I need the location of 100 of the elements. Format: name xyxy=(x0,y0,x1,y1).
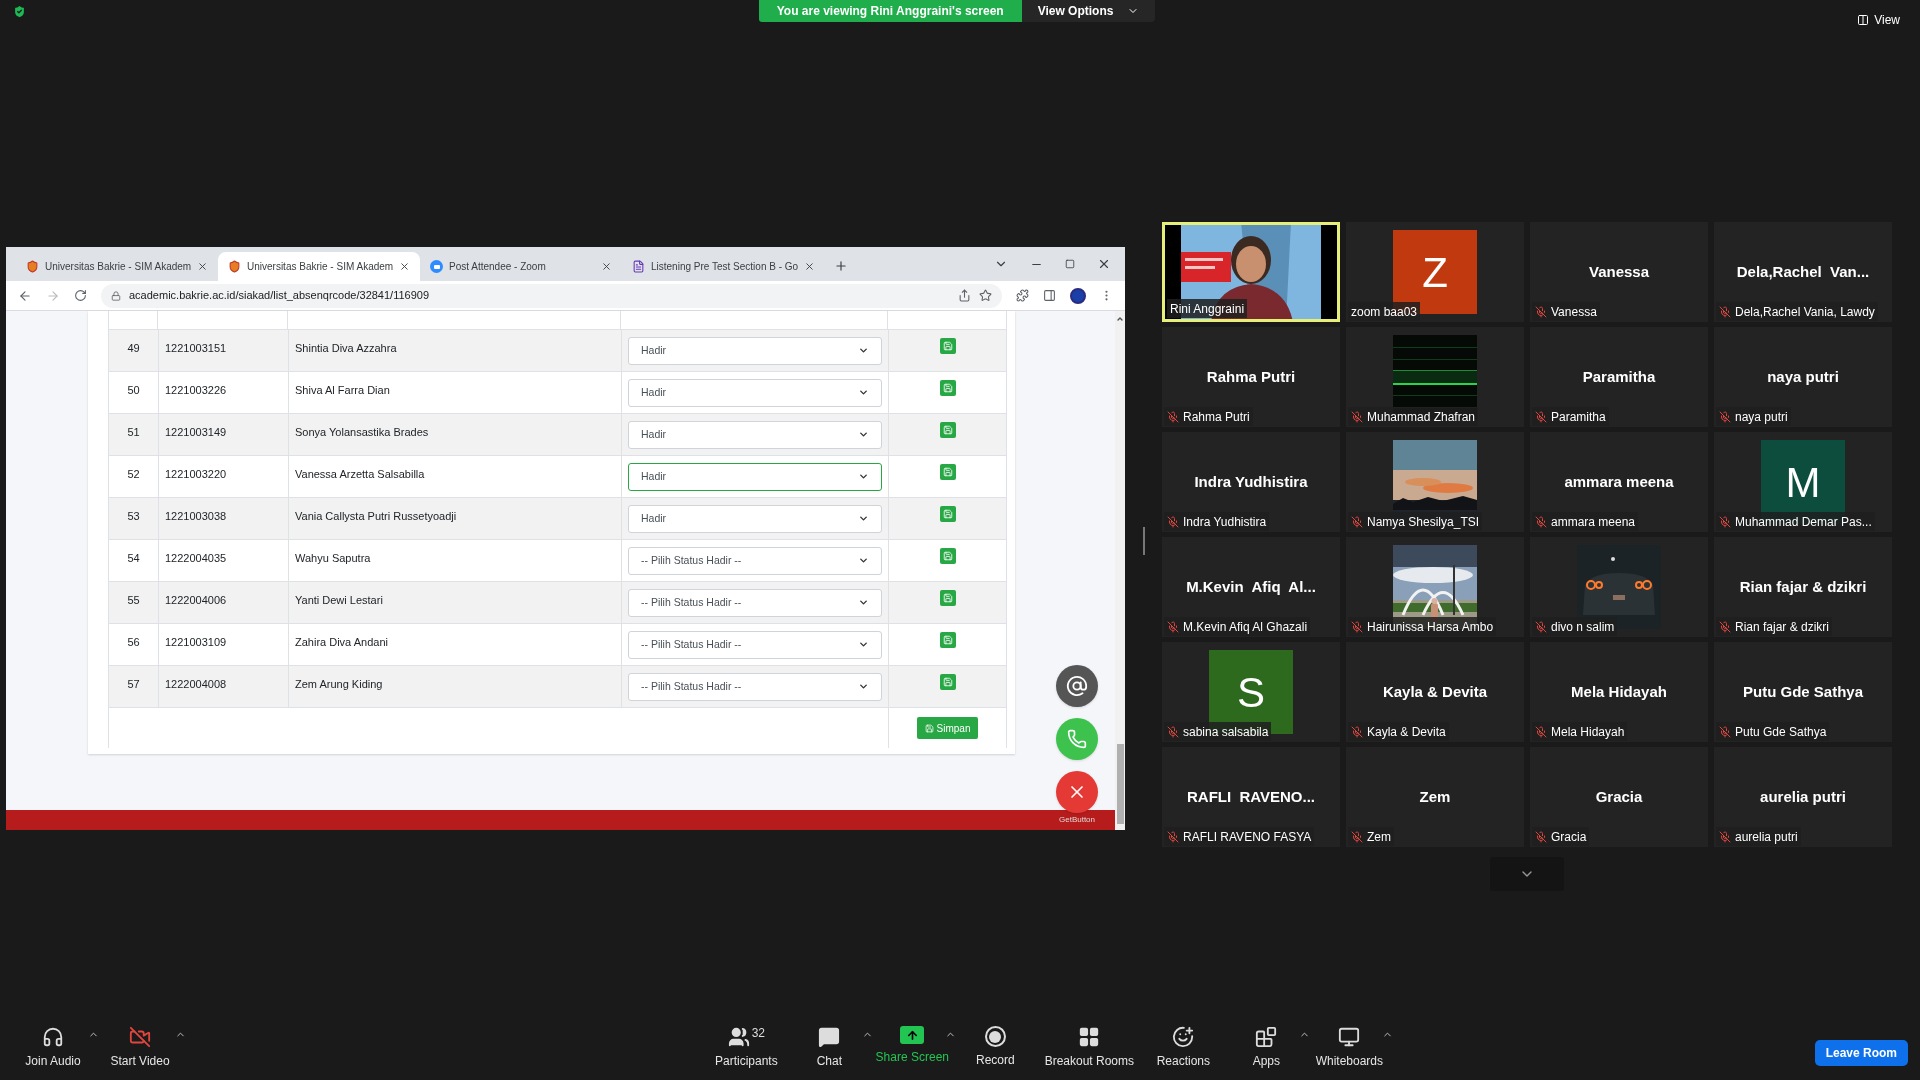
toolbar-button[interactable]: 32 Participants xyxy=(707,1020,786,1070)
video-tile[interactable]: M Muhammad Demar Pas... xyxy=(1714,432,1892,532)
browser-tab[interactable]: Listening Pre Test Section B - Go xyxy=(622,252,824,281)
video-tile[interactable]: ammara meena ammara meena xyxy=(1530,432,1708,532)
browser-tab[interactable]: Post Attendee - Zoom xyxy=(420,252,622,281)
close-button[interactable] xyxy=(1056,771,1098,813)
new-tab-icon[interactable] xyxy=(834,259,848,273)
video-tile[interactable]: Dela,Rachel Van... Dela,Rachel Vania, Lawdy xyxy=(1714,222,1892,322)
close-icon[interactable] xyxy=(197,261,209,272)
address-bar[interactable]: academic.bakrie.ac.id/siakad/list_absenqrcode/32841/116909 xyxy=(101,283,1002,308)
video-tile[interactable]: Paramitha Paramitha xyxy=(1530,327,1708,427)
close-icon[interactable] xyxy=(601,261,612,272)
close-icon[interactable] xyxy=(804,261,816,272)
video-tile[interactable]: M.Kevin Afiq Al... M.Kevin Afiq Al Ghazali xyxy=(1162,537,1340,637)
video-tile[interactable]: Rahma Putri Rahma Putri xyxy=(1162,327,1340,427)
save-icon xyxy=(942,383,953,393)
video-tile[interactable]: Kayla & Devita Kayla & Devita xyxy=(1346,642,1524,742)
table-cell: Zahira Diva Andani xyxy=(289,624,622,665)
close-icon[interactable] xyxy=(399,261,411,272)
browser-tab[interactable]: Universitas Bakrie - SIM Akadem xyxy=(16,252,218,281)
participant-name: M.Kevin Afiq Al... xyxy=(1186,576,1316,597)
table-cell: Zem Arung Kiding xyxy=(289,666,622,707)
save-icon xyxy=(942,593,953,603)
toolbar-button[interactable]: Share Screen xyxy=(873,1020,952,1066)
scrollbar-thumb[interactable] xyxy=(1116,744,1124,824)
share-screen-icon xyxy=(900,1026,925,1044)
status-select[interactable]: -- Pilih Status Hadir -- xyxy=(628,630,882,659)
video-tile[interactable]: Rian fajar & dzikri Rian fajar & dzikri xyxy=(1714,537,1892,637)
status-select[interactable]: Hadir xyxy=(628,504,882,533)
email-button[interactable] xyxy=(1056,665,1098,707)
save-button[interactable] xyxy=(939,464,956,480)
video-tile[interactable]: S sabina salsabila xyxy=(1162,642,1340,742)
scroll-up-icon[interactable] xyxy=(1116,315,1124,323)
name-label: Vanessa xyxy=(1532,302,1600,321)
status-select[interactable]: -- Pilih Status Hadir -- xyxy=(628,546,882,575)
save-button[interactable] xyxy=(939,632,956,648)
save-button[interactable] xyxy=(939,548,956,564)
video-tile[interactable]: Indra Yudhistira Indra Yudhistira xyxy=(1162,432,1340,532)
video-tile[interactable]: Z zoom baa03 xyxy=(1346,222,1524,322)
dropdown-caret-icon xyxy=(858,597,869,608)
star-icon[interactable] xyxy=(979,289,992,302)
maximize-icon[interactable] xyxy=(1065,259,1075,269)
save-button[interactable] xyxy=(939,380,956,396)
toolbar-button[interactable]: Chat xyxy=(790,1020,869,1070)
status-select[interactable]: -- Pilih Status Hadir -- xyxy=(628,588,882,617)
at-icon xyxy=(1066,675,1088,697)
close-icon[interactable] xyxy=(1097,257,1111,271)
video-tile[interactable]: Putu Gde Sathya Putu Gde Sathya xyxy=(1714,642,1892,742)
table-cell: 1221003226 xyxy=(159,372,289,413)
phone-icon xyxy=(1067,729,1087,749)
resize-handle[interactable] xyxy=(1142,527,1145,555)
profile-avatar[interactable] xyxy=(1070,287,1086,304)
save-button[interactable] xyxy=(939,506,956,522)
video-tile[interactable]: Namya Shesilya_TSI xyxy=(1346,432,1524,532)
side-panel-icon[interactable] xyxy=(1043,289,1056,302)
video-tile[interactable]: Mela Hidayah Mela Hidayah xyxy=(1530,642,1708,742)
video-tile[interactable]: naya putri naya putri xyxy=(1714,327,1892,427)
name-label: Gracia xyxy=(1532,827,1590,846)
video-tile[interactable]: aurelia putri aurelia putri xyxy=(1714,747,1892,847)
status-select[interactable]: Hadir xyxy=(628,336,882,365)
video-tile[interactable]: Gracia Gracia xyxy=(1530,747,1708,847)
toolbar-button[interactable]: Apps xyxy=(1227,1020,1306,1070)
shield-icon xyxy=(26,260,39,273)
view-button[interactable]: View xyxy=(1857,11,1900,29)
name-label: Rini Anggraini xyxy=(1167,299,1248,318)
toolbar-button[interactable]: Join Audio xyxy=(12,1020,94,1070)
video-tile[interactable]: divo n salim xyxy=(1530,537,1708,637)
video-tile[interactable]: Hairunissa Harsa Ambo xyxy=(1346,537,1524,637)
reload-icon[interactable] xyxy=(74,289,87,302)
leave-room-button[interactable]: Leave Room xyxy=(1814,1040,1908,1066)
toolbar-button[interactable]: Start Video xyxy=(99,1020,181,1070)
extensions-icon[interactable] xyxy=(1016,289,1029,302)
dropdown-caret-icon xyxy=(858,555,869,566)
toolbar-button[interactable]: Record xyxy=(956,1020,1035,1069)
video-tile[interactable]: RAFLI RAVENO... RAFLI RAVENO FASYA xyxy=(1162,747,1340,847)
video-tile[interactable]: Vanessa Vanessa xyxy=(1530,222,1708,322)
dropdown-caret-icon xyxy=(858,387,869,398)
browser-tab[interactable]: Universitas Bakrie - SIM Akadem xyxy=(218,252,420,281)
toolbar-button[interactable]: Breakout Rooms xyxy=(1039,1020,1140,1070)
share-icon[interactable] xyxy=(958,289,971,302)
name-label: Paramitha xyxy=(1532,407,1609,426)
name-label: Namya Shesilya_TSI xyxy=(1348,512,1483,531)
status-select[interactable]: Hadir xyxy=(628,420,882,449)
toolbar-button[interactable]: Reactions xyxy=(1144,1020,1223,1070)
save-button[interactable] xyxy=(939,674,956,690)
save-button[interactable] xyxy=(939,590,956,606)
status-select[interactable]: -- Pilih Status Hadir -- xyxy=(628,672,882,701)
status-select[interactable]: Hadir xyxy=(628,378,882,407)
toolbar-button[interactable]: Whiteboards xyxy=(1310,1020,1389,1070)
more-tiles-button[interactable] xyxy=(1490,857,1564,891)
back-icon[interactable] xyxy=(18,288,32,303)
video-tile[interactable]: Rini Anggraini xyxy=(1162,222,1340,322)
table-cell: 1221003220 xyxy=(159,456,289,497)
video-tile[interactable]: Zem Zem xyxy=(1346,747,1524,847)
status-select[interactable]: Hadir xyxy=(628,462,882,491)
save-button[interactable] xyxy=(939,422,956,438)
save-icon xyxy=(942,635,953,645)
save-button[interactable] xyxy=(939,338,956,354)
view-options-button[interactable]: View Options xyxy=(1021,0,1156,22)
video-tile[interactable]: Muhammad Zhafran xyxy=(1346,327,1524,427)
